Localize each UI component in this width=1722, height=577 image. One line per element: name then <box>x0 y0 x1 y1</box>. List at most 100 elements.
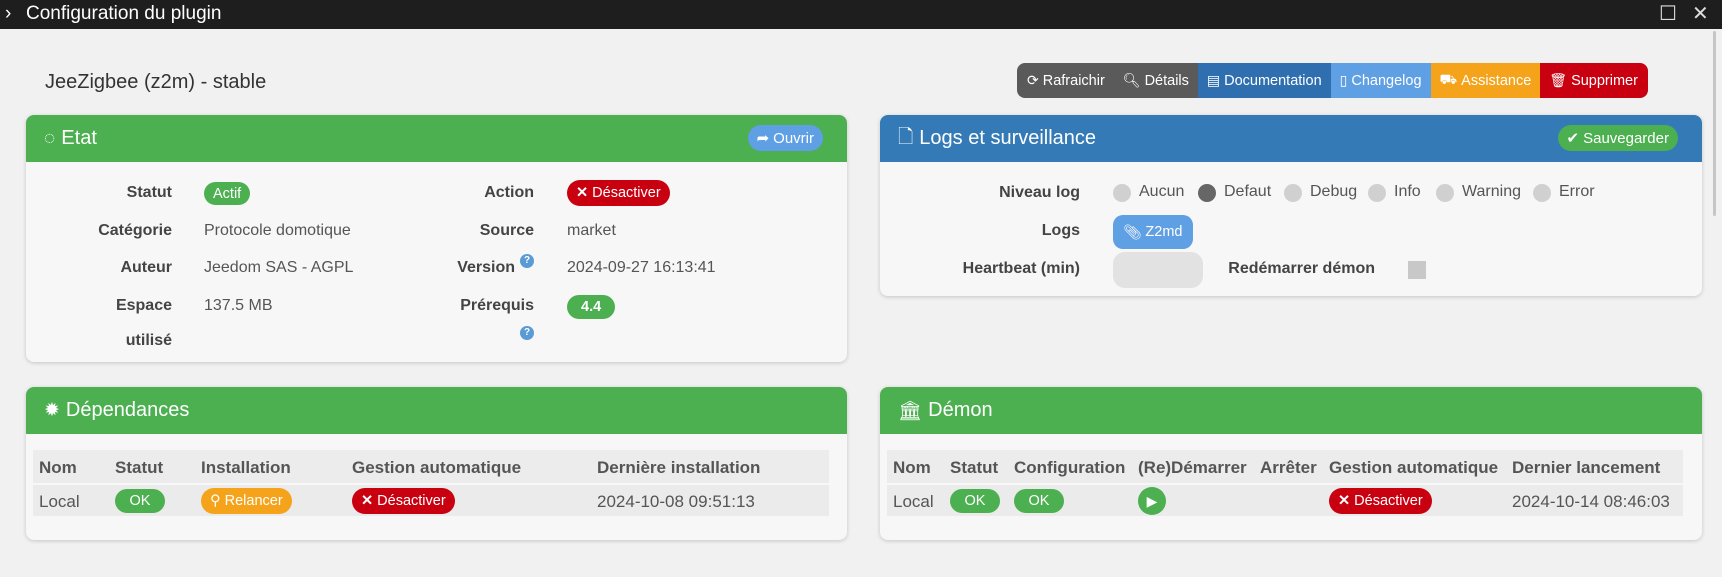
file-icon: 🗋︎ <box>898 126 914 148</box>
book-icon: ▤ <box>1206 72 1221 88</box>
dep-nom: Local <box>39 492 80 511</box>
categorie-value: Protocole domotique <box>204 222 351 239</box>
logs-panel-title: Logs et surveillance <box>919 127 1097 149</box>
restart-daemon-label: Redémarrer démon <box>1228 260 1375 277</box>
radio-warning[interactable] <box>1436 184 1454 202</box>
restart-daemon-checkbox[interactable] <box>1408 261 1426 279</box>
dep-col-gestion: Gestion automatique <box>352 458 522 477</box>
dep-col-installation: Installation <box>201 458 291 477</box>
dep-last-install: 2024-10-08 09:51:13 <box>597 492 755 511</box>
chevron-right-icon[interactable]: › <box>5 3 11 25</box>
radio-info[interactable] <box>1368 184 1386 202</box>
paperclip-icon: 📎︎ <box>1123 224 1142 241</box>
heartbeat-label: Heartbeat (min) <box>962 260 1080 277</box>
start-daemon-button[interactable]: ▶ <box>1138 487 1166 515</box>
window-titlebar: › Configuration du plugin ☐ ✕ <box>0 0 1722 29</box>
radio-label-defaut: Defaut <box>1224 183 1272 200</box>
help-icon[interactable]: ? <box>520 326 534 340</box>
dependances-panel-header: ✹ Dépendances <box>26 387 847 434</box>
file-code-icon: ▯ <box>1339 72 1348 88</box>
trash-icon: 🗑︎ <box>1549 72 1568 88</box>
logs-panel-header: 🗋︎ Logs et surveillance ✔ Sauvegarder <box>880 115 1702 162</box>
demon-col-statut: Statut <box>950 458 999 477</box>
refresh-icon: ⟳ <box>1027 72 1039 88</box>
spinner-icon: ◌ <box>44 127 56 149</box>
demon-col-dernier: Dernier lancement <box>1512 458 1661 477</box>
dep-status-badge: OK <box>115 489 165 513</box>
plugin-action-bar: ⟳ Rafraichir 🔍︎ Détails ▤ Documentation ▯ Ch… <box>1017 63 1648 98</box>
radio-error[interactable] <box>1533 184 1551 202</box>
radio-label-info: Info <box>1394 183 1421 200</box>
espace-label-line2: utilisé <box>125 332 172 349</box>
maximize-icon[interactable]: ☐ <box>1659 1 1677 26</box>
save-button[interactable]: ✔ Sauvegarder <box>1557 125 1678 151</box>
source-value: market <box>567 222 616 239</box>
close-icon[interactable]: ✕ <box>1692 1 1709 26</box>
source-label: Source <box>479 222 534 239</box>
share-icon: ➦ <box>756 130 770 147</box>
radio-debug[interactable] <box>1284 184 1302 202</box>
demon-panel-title: Démon <box>928 399 993 421</box>
search-icon: 🔍︎ <box>1122 72 1141 88</box>
deactivate-plugin-button[interactable]: ✕ Désactiver <box>567 180 670 206</box>
categorie-label: Catégorie <box>98 222 172 239</box>
logs-label: Logs <box>1041 222 1080 239</box>
auteur-label: Auteur <box>120 259 172 276</box>
window-title: Configuration du plugin <box>26 3 222 24</box>
x-icon: ✕ <box>1338 493 1351 509</box>
radio-defaut[interactable] <box>1198 184 1216 202</box>
demon-col-arreter: Arrêter <box>1260 458 1317 477</box>
demon-config-badge: OK <box>1014 489 1064 513</box>
open-button[interactable]: ➦ Ouvrir <box>747 125 823 151</box>
demon-auto-deactivate-button[interactable]: ✕ Désactiver <box>1329 488 1432 514</box>
etat-panel-header: ◌ Etat ➦ Ouvrir <box>26 115 847 162</box>
demon-panel-header: 🏛︎ Démon <box>880 387 1702 434</box>
play-icon: ▶ <box>1146 492 1158 509</box>
niveau-log-label: Niveau log <box>999 184 1080 201</box>
scrollbar-thumb[interactable] <box>1713 31 1716 216</box>
scrollbar[interactable] <box>1708 29 1722 577</box>
relaunch-install-button[interactable]: ⚲ Relancer <box>201 488 292 514</box>
version-label: Version <box>457 259 515 276</box>
dep-col-nom: Nom <box>39 458 77 477</box>
espace-label: Espace <box>115 297 172 314</box>
university-icon: 🏛︎ <box>898 400 923 422</box>
dep-auto-deactivate-button[interactable]: ✕ Désactiver <box>352 488 455 514</box>
prerequis-badge: 4.4 <box>567 295 616 319</box>
demon-nom: Local <box>893 492 934 511</box>
etat-panel-title: Etat <box>61 127 97 149</box>
certificate-icon: ✹ <box>44 400 60 421</box>
radio-aucun[interactable] <box>1113 184 1131 202</box>
demon-col-gestion: Gestion automatique <box>1329 458 1499 477</box>
statut-badge: Actif <box>204 182 251 205</box>
x-icon: ✕ <box>576 185 589 201</box>
dependances-panel-title: Dépendances <box>65 399 190 421</box>
demon-col-nom: Nom <box>893 458 931 477</box>
plugin-title: JeeZigbee (z2m) - stable <box>45 71 267 93</box>
prerequis-label: Prérequis <box>460 297 534 314</box>
z2md-log-button[interactable]: 📎︎ Z2md <box>1113 215 1193 249</box>
changelog-button[interactable]: ▯ Changelog <box>1330 63 1431 98</box>
documentation-button[interactable]: ▤ Documentation <box>1197 63 1331 98</box>
demon-last-launch: 2024-10-14 08:46:03 <box>1512 492 1670 511</box>
demon-col-configuration: Configuration <box>1014 458 1126 477</box>
assistance-button[interactable]: ⛟ Assistance <box>1430 63 1541 98</box>
version-value: 2024-09-27 16:13:41 <box>567 259 716 276</box>
demon-status-badge: OK <box>950 489 1000 513</box>
demon-col-redemarrer: (Re)Démarrer <box>1138 458 1247 477</box>
help-icon[interactable]: ? <box>520 254 534 268</box>
radio-label-error: Error <box>1559 183 1595 200</box>
radio-label-aucun: Aucun <box>1139 183 1185 200</box>
radio-label-warning: Warning <box>1462 183 1521 200</box>
dep-col-derniere: Dernière installation <box>597 458 761 477</box>
delete-button[interactable]: 🗑︎ Supprimer <box>1540 63 1648 98</box>
radio-label-debug: Debug <box>1310 183 1358 200</box>
x-icon: ✕ <box>361 493 374 509</box>
espace-value: 137.5 MB <box>204 297 273 314</box>
details-button[interactable]: 🔍︎ Détails <box>1113 63 1198 98</box>
dep-col-statut: Statut <box>115 458 164 477</box>
action-label: Action <box>484 184 534 201</box>
check-circle-icon: ✔ <box>1566 130 1580 147</box>
refresh-button[interactable]: ⟳ Rafraichir <box>1017 63 1114 98</box>
heartbeat-input[interactable] <box>1113 252 1203 288</box>
